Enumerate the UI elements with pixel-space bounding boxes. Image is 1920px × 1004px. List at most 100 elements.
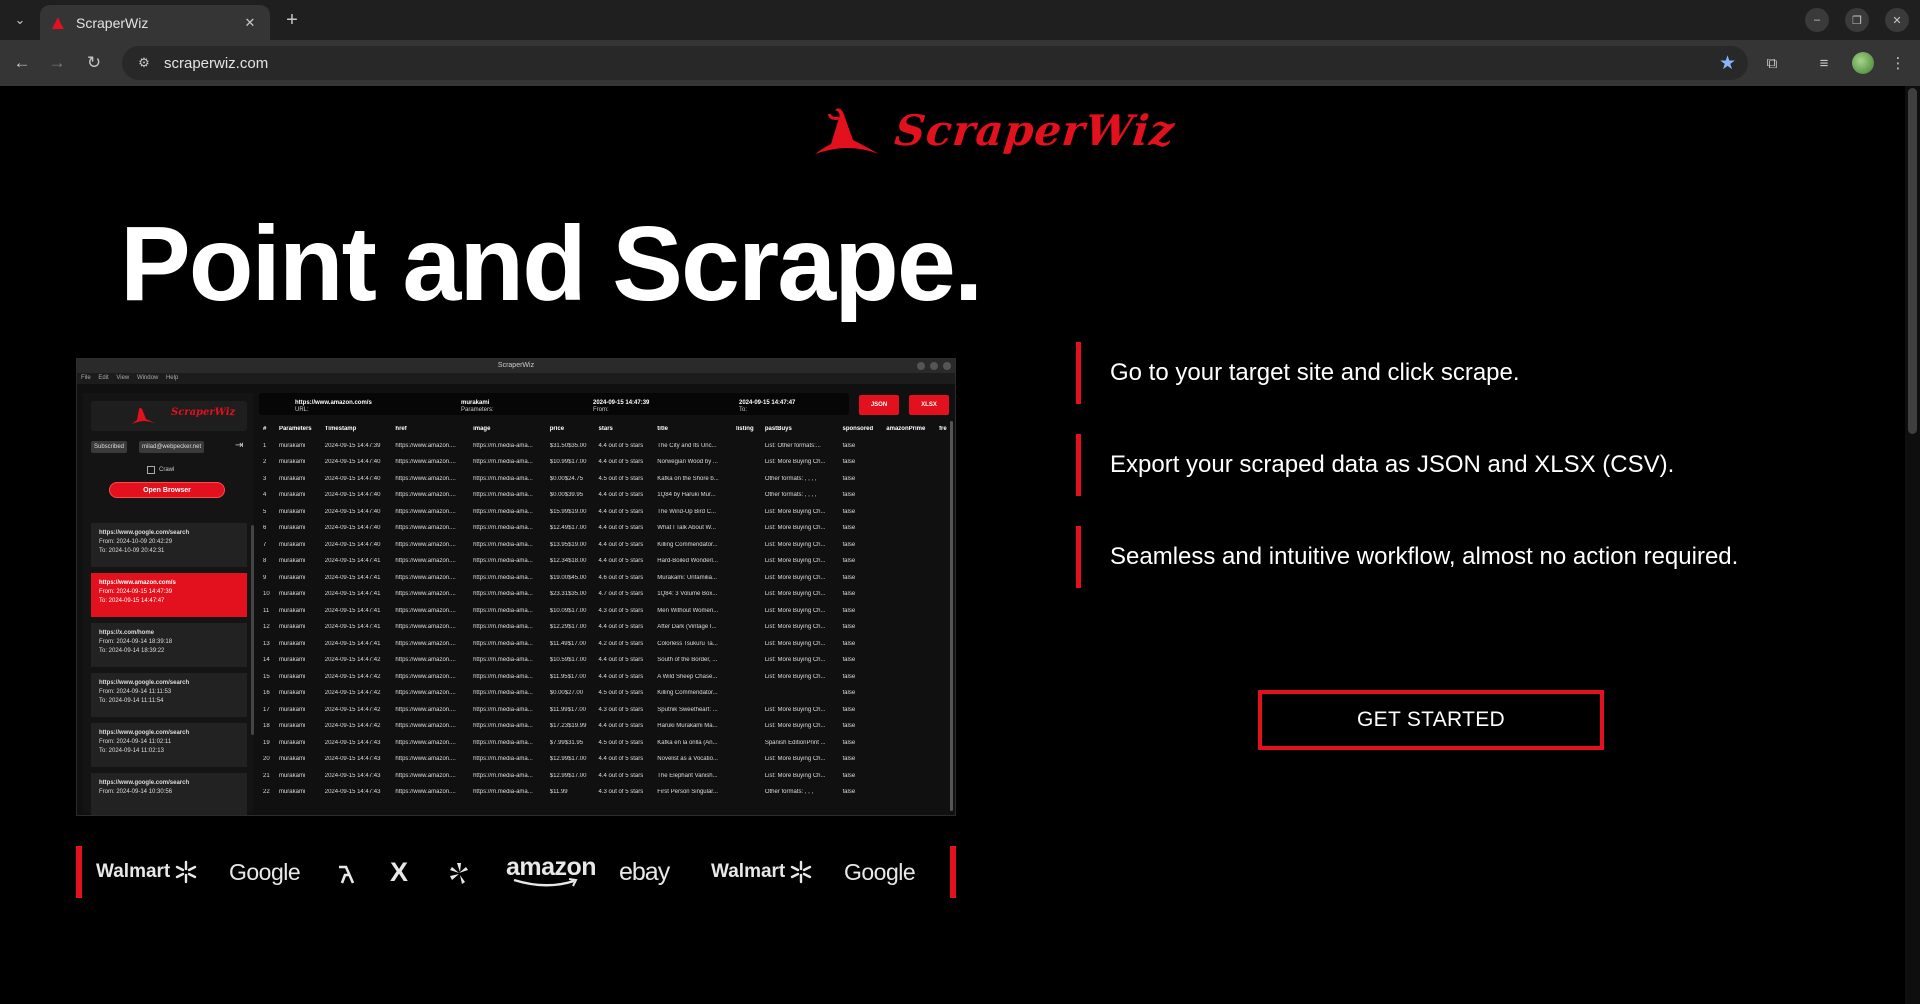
preview-table-cell: 18	[263, 723, 270, 730]
preview-column-header: #	[263, 426, 267, 433]
preview-logo: ScraperWiz	[91, 401, 247, 431]
preview-menu-bar: File Edit View Window Help	[77, 373, 955, 384]
preview-table-cell: $7.99$31.95	[549, 739, 584, 746]
preview-table-cell: Kafka on the Shore b...	[657, 475, 719, 482]
preview-table-cell: 4.4 out of 5 stars	[598, 541, 644, 548]
get-started-button[interactable]: GET STARTED	[1258, 690, 1604, 750]
google-logo: Google	[844, 858, 916, 885]
preview-table-cell: https://www.amazon....	[395, 574, 456, 581]
preview-table-cell: List: More Buying Ch...	[764, 624, 826, 631]
preview-table-cell: false	[842, 508, 856, 515]
preview-table-cell: false	[842, 459, 856, 466]
preview-table-cell: 4.4 out of 5 stars	[598, 459, 644, 466]
browser-tab[interactable]: ScraperWiz ✕	[40, 5, 270, 40]
preview-table-cell: 2024-09-15 14:47:43	[324, 789, 381, 796]
preview-table-cell: 21	[263, 772, 270, 779]
preview-table-cell: $11.99	[549, 789, 568, 796]
preview-table-cell: A Wild Sheep Chase...	[657, 673, 718, 680]
preview-table-cell: Novelist as a Vocatio...	[657, 756, 718, 763]
preview-table-cell: https://www.amazon....	[395, 789, 456, 796]
restore-icon[interactable]: ❐	[1845, 8, 1869, 32]
preview-table-cell: false	[842, 574, 856, 581]
preview-column-header: fre	[939, 426, 947, 433]
back-arrow-left-icon[interactable]: ←	[10, 51, 34, 75]
preview-table-cell: murakami	[278, 525, 306, 532]
preview-table-cell: murakami	[278, 541, 306, 548]
preview-table-cell: 19	[263, 739, 270, 746]
preview-column-header: pastBuys	[764, 426, 792, 433]
kebab-menu-icon[interactable]: ⋮	[1886, 51, 1910, 75]
preview-table-row: 19 murakami 2024-09-15 14:47:43 https://www…	[259, 735, 949, 752]
preview-checkbox-box	[147, 466, 155, 474]
profile-avatar[interactable]	[1852, 52, 1874, 74]
media-controls-icon[interactable]: ≡	[1812, 51, 1836, 75]
preview-menu-item: File	[81, 375, 91, 381]
preview-table-cell: Sputnik Sweetheart: ...	[657, 706, 718, 713]
walmart-logo: Walmart	[96, 859, 198, 885]
preview-table-cell: $0.00$24.75	[549, 475, 584, 482]
preview-history-list: https://www.google.com/search From: 2024-…	[91, 523, 247, 815]
close-window-icon[interactable]: ✕	[1885, 8, 1909, 32]
preview-table-row: 12 murakami 2024-09-15 14:47:41 https://www…	[259, 619, 949, 636]
forward-arrow-right-icon[interactable]: →	[45, 51, 69, 75]
preview-table-cell: https://www.amazon....	[395, 706, 456, 713]
preview-table-row: 21 murakami 2024-09-15 14:47:43 https://www…	[259, 768, 949, 785]
preview-table-cell: 13	[263, 640, 270, 647]
preview-table-cell: 4.3 out of 5 stars	[598, 789, 644, 796]
hero-title: Point and Scrape.	[120, 205, 983, 323]
preview-table-cell: https://www.amazon....	[395, 475, 456, 482]
preview-table-cell: 3	[263, 475, 267, 482]
preview-table-cell: https://m.media-ama...	[473, 574, 533, 581]
walmart-spark-icon	[791, 860, 812, 884]
preview-table-cell: murakami	[278, 657, 306, 664]
preview-window-title: ScraperWiz	[77, 359, 955, 373]
preview-table-cell: 16	[263, 690, 270, 697]
bookmark-star-icon[interactable]: ★	[1719, 52, 1736, 75]
google-logo: Google	[229, 858, 301, 885]
preview-window-controls	[917, 362, 951, 370]
preview-table-cell: 2024-09-15 14:47:40	[324, 541, 381, 548]
preview-table-cell: Spanish EditionPrint ...	[764, 739, 826, 746]
preview-table-cell: $12.99$17.00	[549, 772, 587, 779]
address-bar[interactable]: ⚙ scraperwiz.com ★	[122, 46, 1748, 80]
url-text[interactable]: scraperwiz.com	[164, 55, 268, 72]
preview-table-cell: List: More Buying Ch...	[764, 756, 826, 763]
minimize-icon[interactable]: –	[1805, 8, 1829, 32]
brand-header[interactable]: ScraperWiz	[813, 104, 1177, 156]
page-scrollbar[interactable]	[1905, 86, 1920, 1004]
preview-table-cell: 4.5 out of 5 stars	[598, 690, 644, 697]
site-info-icon[interactable]: ⚙	[132, 51, 156, 75]
preview-table-cell: $10.59$17.00	[549, 657, 587, 664]
preview-table-cell: $13.95$19.00	[549, 541, 587, 548]
page-scroll-thumb[interactable]	[1908, 88, 1917, 434]
tab-close-icon[interactable]: ✕	[240, 13, 260, 33]
preview-table-row: 8 murakami 2024-09-15 14:47:41 https://www.…	[259, 553, 949, 570]
feature-item: Seamless and intuitive workflow, almost …	[1076, 526, 1738, 588]
tab-search-chevron-down-icon[interactable]: ⌄	[8, 8, 32, 32]
browser-tab-strip: ⌄ ScraperWiz ✕ + – ❐ ✕	[0, 0, 1920, 40]
preview-table-cell: 2024-09-15 14:47:39	[324, 442, 381, 449]
preview-table-row: 20 murakami 2024-09-15 14:47:43 https://www…	[259, 751, 949, 768]
preview-table-cell: false	[842, 607, 856, 614]
preview-table-cell: https://www.amazon....	[395, 492, 456, 499]
preview-table-cell: 5	[263, 508, 267, 515]
preview-table-row: 5 murakami 2024-09-15 14:47:40 https://www.…	[259, 504, 949, 521]
extensions-puzzle-icon[interactable]: ⧉	[1760, 51, 1784, 75]
preview-table-cell: false	[842, 541, 856, 548]
preview-table-cell: $11.95$17.00	[549, 673, 586, 680]
preview-table-cell: 2024-09-15 14:47:42	[324, 690, 381, 697]
preview-table-cell: After Dark (Vintage I...	[657, 624, 717, 631]
preview-table-cell: murakami	[278, 492, 306, 499]
new-tab-plus-icon[interactable]: +	[280, 8, 304, 32]
reload-icon[interactable]: ↻	[82, 51, 106, 75]
preview-table-cell: Other formats: , , , ,	[764, 492, 817, 499]
preview-wizard-hat-icon	[132, 408, 156, 424]
preview-table-cell: Colorless Tsukuru Ta...	[657, 640, 718, 647]
preview-table-row: 1 murakami 2024-09-15 14:47:39 https://www.…	[259, 438, 949, 455]
preview-table-cell: 4.4 out of 5 stars	[598, 657, 644, 664]
preview-menu-item: View	[116, 375, 130, 381]
preview-history-item: https://www.google.com/search From: 2024-…	[91, 773, 247, 815]
preview-table-cell: false	[842, 673, 856, 680]
preview-table-cell: 4.2 out of 5 stars	[598, 640, 644, 647]
preview-table-cell: 4.3 out of 5 stars	[598, 607, 644, 614]
